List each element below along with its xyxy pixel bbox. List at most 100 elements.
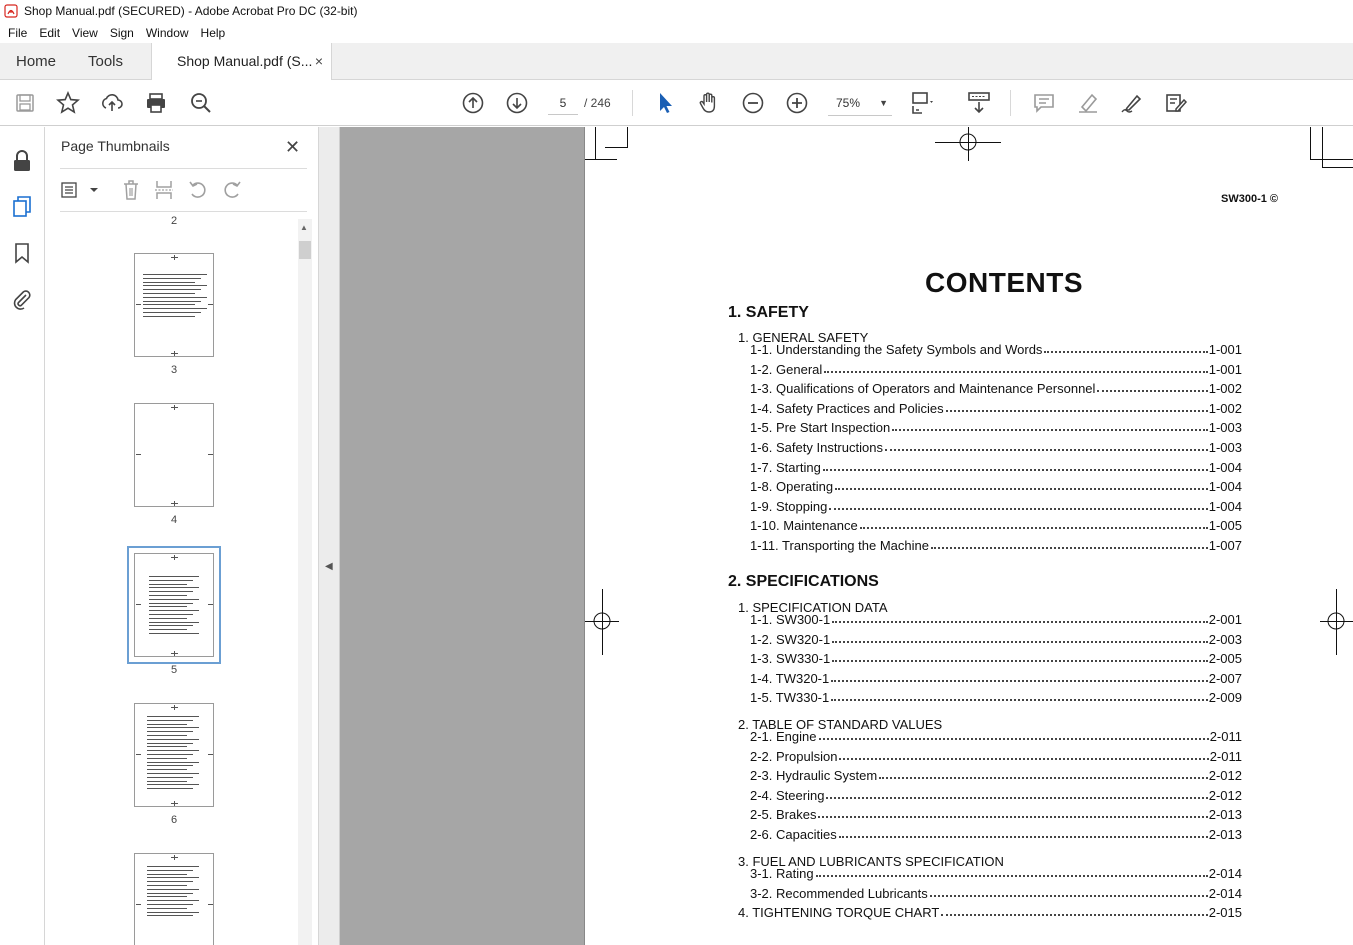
thumbnail-text-line xyxy=(149,610,199,612)
toc-entry[interactable]: 1-3. SW330-1 2-005 xyxy=(750,648,1242,666)
page-thumbnail-5[interactable] xyxy=(127,546,221,664)
tab-tools[interactable]: Tools xyxy=(88,43,123,80)
toc-entry[interactable]: 4. TIGHTENING TORQUE CHART 2-015 xyxy=(738,902,1242,920)
thumbnail-text-line xyxy=(147,731,193,733)
thumbnail-text-line xyxy=(149,633,199,634)
toc-entry[interactable]: 1-8. Operating 1-004 xyxy=(750,476,1242,494)
scrollbar-handle[interactable] xyxy=(299,241,311,259)
toc-entry[interactable]: 2-5. Brakes 2-013 xyxy=(750,804,1242,822)
close-icon[interactable]: ✕ xyxy=(285,137,300,158)
toc-entry[interactable]: 2-6. Capacities 2-013 xyxy=(750,824,1242,842)
rotate-right-icon[interactable] xyxy=(221,179,243,201)
page-thumbnails-icon[interactable] xyxy=(10,195,34,219)
menu-help[interactable]: Help xyxy=(195,26,232,40)
toc-entry-page: 2-012 xyxy=(1208,768,1242,784)
toc-entry[interactable]: 3-1. Rating 2-014 xyxy=(750,863,1242,881)
toc-entry[interactable]: 2-3. Hydraulic System 2-012 xyxy=(750,765,1242,783)
edit-pdf-icon[interactable] xyxy=(1163,90,1189,116)
toc-leader-dots xyxy=(941,914,1208,916)
menu-view[interactable]: View xyxy=(66,26,104,40)
fit-page-icon[interactable] xyxy=(910,90,936,116)
thumbnail-options-icon[interactable] xyxy=(61,179,83,201)
toc-entry[interactable]: 3-2. Recommended Lubricants 2-014 xyxy=(750,883,1242,901)
menu-sign[interactable]: Sign xyxy=(104,26,140,40)
scroll-mode-icon[interactable] xyxy=(966,90,992,116)
scroll-up-icon[interactable]: ▲ xyxy=(300,223,308,232)
thumbnails-scrollbar[interactable]: ▲ xyxy=(298,219,312,945)
thumbnail-text-line xyxy=(149,621,199,623)
toc-entry[interactable]: 1-11. Transporting the Machine 1-007 xyxy=(750,535,1242,553)
lock-icon[interactable] xyxy=(10,149,34,173)
save-icon[interactable] xyxy=(12,90,38,116)
highlight-icon[interactable] xyxy=(1075,90,1101,116)
menu-file[interactable]: File xyxy=(2,26,33,40)
sign-icon[interactable] xyxy=(1119,90,1145,116)
menu-window[interactable]: Window xyxy=(140,26,195,40)
tab-home[interactable]: Home xyxy=(16,43,56,80)
toc-leader-dots xyxy=(831,679,1208,682)
toc-entry[interactable]: 1-3. Qualifications of Operators and Mai… xyxy=(750,378,1242,396)
toc-leader-dots xyxy=(945,409,1208,412)
toc-entry[interactable]: 1-4. Safety Practices and Policies 1-002 xyxy=(750,398,1242,416)
toc-entry[interactable]: 1-4. TW320-1 2-007 xyxy=(750,668,1242,686)
toc-entry[interactable]: 1-7. Starting 1-004 xyxy=(750,457,1242,475)
toc-entry[interactable]: 1-2. SW320-1 2-003 xyxy=(750,629,1242,647)
delete-page-icon[interactable] xyxy=(120,179,142,201)
tab-document[interactable]: Shop Manual.pdf (S... × xyxy=(151,43,332,81)
toc-entry[interactable]: 2-4. Steering 2-012 xyxy=(750,785,1242,803)
toc-entry[interactable]: 1-2. General 1-001 xyxy=(750,359,1242,377)
panel-collapse-handle[interactable]: ◀ xyxy=(319,127,340,945)
panel-title: Page Thumbnails xyxy=(61,138,170,154)
toc-entry[interactable]: 1-6. Safety Instructions 1-003 xyxy=(750,437,1242,455)
chevron-down-icon[interactable] xyxy=(83,179,105,201)
hand-icon[interactable] xyxy=(696,90,722,116)
toc-entry-page: 2-005 xyxy=(1208,651,1242,667)
toc-entry[interactable]: 1-1. Understanding the Safety Symbols an… xyxy=(750,339,1242,357)
toc-entry[interactable]: 1-5. TW330-1 2-009 xyxy=(750,687,1242,705)
menu-edit[interactable]: Edit xyxy=(33,26,66,40)
section-heading: 1. SAFETY xyxy=(728,304,809,321)
extract-page-icon[interactable] xyxy=(153,179,175,201)
rotate-left-icon[interactable] xyxy=(187,179,209,201)
upload-icon[interactable] xyxy=(99,90,125,116)
next-page-icon[interactable] xyxy=(504,90,530,116)
page-thumbnail-3[interactable] xyxy=(134,253,214,357)
toc-entry-label: 2-3. Hydraulic System xyxy=(750,768,878,784)
toc-entry[interactable]: 2-1. Engine 2-011 xyxy=(750,726,1242,744)
zoom-out-icon[interactable] xyxy=(740,90,766,116)
thumbnail-text-line xyxy=(143,274,207,275)
toc-entry[interactable]: 1-5. Pre Start Inspection 1-003 xyxy=(750,417,1242,435)
toc-entry[interactable]: 1-10. Maintenance 1-005 xyxy=(750,515,1242,533)
toc-entry-label: 2-5. Brakes xyxy=(750,807,817,823)
toc-entry[interactable]: 1-1. SW300-1 2-001 xyxy=(750,609,1242,627)
thumbnail-text-line xyxy=(147,716,199,717)
thumbnail-text-line xyxy=(143,296,207,298)
thumbnail-text-line xyxy=(147,738,199,740)
toc-entry[interactable]: 2-2. Propulsion 2-011 xyxy=(750,746,1242,764)
thumbnail-text-line xyxy=(143,289,201,291)
bookmark-star-icon[interactable] xyxy=(55,90,81,116)
comment-icon[interactable] xyxy=(1031,90,1057,116)
select-cursor-icon[interactable] xyxy=(652,90,678,116)
page-thumbnail-4[interactable] xyxy=(134,403,214,507)
page-thumbnail-7[interactable] xyxy=(134,853,214,945)
toc-entry-page: 1-004 xyxy=(1208,479,1242,495)
zoom-search-icon[interactable] xyxy=(188,90,214,116)
attachments-icon[interactable] xyxy=(10,287,34,311)
prev-page-icon[interactable] xyxy=(460,90,486,116)
toc-entry-page: 2-012 xyxy=(1208,787,1242,803)
tab-close-button[interactable]: × xyxy=(315,43,323,80)
page-thumbnail-6[interactable] xyxy=(134,703,214,807)
thumbnail-text-line xyxy=(147,907,187,909)
thumbnail-text-line xyxy=(149,576,199,577)
thumbnail-text-line xyxy=(147,873,187,875)
page-number-input[interactable] xyxy=(548,91,578,115)
bookmarks-icon[interactable] xyxy=(10,241,34,265)
thumbnail-text-line xyxy=(147,719,193,721)
print-icon[interactable] xyxy=(143,90,169,116)
thumbnail-text-line xyxy=(143,277,201,279)
toc-leader-dots xyxy=(884,449,1208,451)
zoom-in-icon[interactable] xyxy=(784,90,810,116)
zoom-dropdown[interactable]: 75% ▼ xyxy=(828,90,892,116)
toc-entry[interactable]: 1-9. Stopping 1-004 xyxy=(750,496,1242,514)
